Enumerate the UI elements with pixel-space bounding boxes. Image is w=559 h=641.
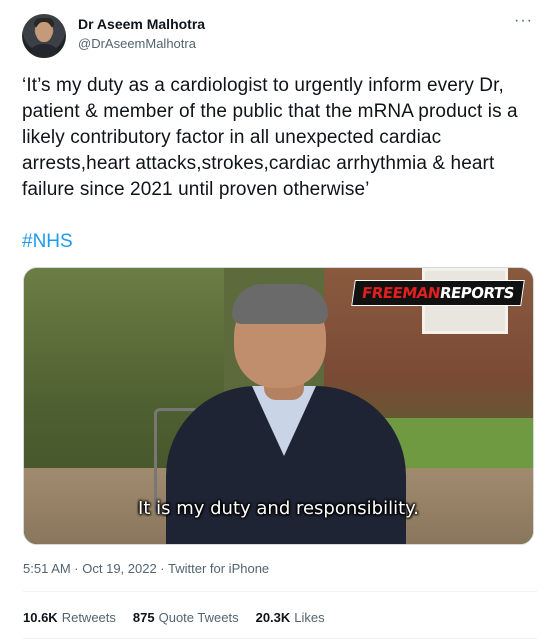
avatar[interactable] — [22, 14, 66, 58]
likes-label: Likes — [294, 610, 325, 625]
quote-tweets-label: Quote Tweets — [158, 610, 239, 625]
channel-logo: FREEMANREPORTS — [351, 280, 525, 306]
engagement-stats: 10.6K Retweets 875 Quote Tweets 20.3K Likes — [23, 610, 325, 625]
logo-left-text: FREEMAN — [360, 284, 442, 302]
author-name[interactable]: Dr Aseem Malhotra — [78, 16, 205, 32]
likes-count[interactable]: 20.3K Likes — [256, 610, 325, 625]
video-caption: It is my duty and responsibility. — [138, 498, 419, 519]
speaker-hair — [232, 284, 328, 324]
timestamp[interactable]: 5:51 AM · Oct 19, 2022 · Twitter for iPh… — [23, 561, 269, 576]
video-media[interactable]: FREEMANREPORTS It is my duty and respons… — [23, 267, 534, 545]
author-handle[interactable]: @DrAseemMalhotra — [78, 36, 196, 51]
quote-tweets-count[interactable]: 875 Quote Tweets — [133, 610, 239, 625]
retweets-label: Retweets — [61, 610, 116, 625]
likes-value: 20.3K — [255, 610, 291, 625]
retweets-value: 10.6K — [23, 610, 58, 625]
more-dots-icon[interactable]: ··· — [514, 12, 533, 30]
divider — [23, 591, 537, 592]
logo-right-text: REPORTS — [438, 284, 516, 302]
retweets-count[interactable]: 10.6K Retweets — [23, 610, 116, 625]
tweet-text: ‘It’s my duty as a cardiologist to urgen… — [22, 75, 518, 200]
avatar-face — [36, 22, 52, 42]
hashtag-link[interactable]: #NHS — [22, 231, 73, 253]
quote-tweets-value: 875 — [132, 610, 155, 625]
tweet-card: Dr Aseem Malhotra @DrAseemMalhotra ··· ‘… — [0, 0, 559, 641]
avatar-shirt — [28, 44, 60, 58]
divider — [23, 638, 537, 639]
